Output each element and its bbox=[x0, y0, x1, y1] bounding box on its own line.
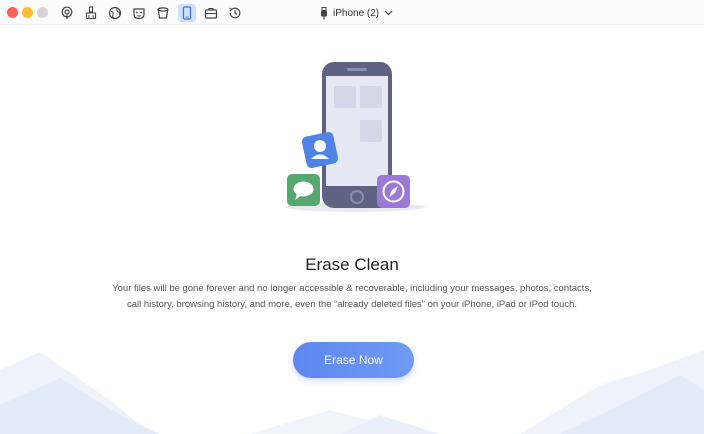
app-window: iPhone (2) Erase Clean Your files will b… bbox=[0, 0, 704, 434]
cleanup-tool-icon[interactable] bbox=[82, 4, 100, 22]
phone-tool-icon[interactable] bbox=[178, 4, 196, 22]
usb-icon bbox=[321, 6, 327, 19]
briefcase-tool-icon[interactable] bbox=[202, 4, 220, 22]
page-description: Your files will be gone forever and no l… bbox=[112, 283, 592, 310]
phone-erase-illustration bbox=[285, 62, 425, 212]
close-window-button[interactable] bbox=[7, 7, 18, 18]
toolbar: iPhone (2) bbox=[0, 0, 704, 25]
mask-tool-icon[interactable] bbox=[130, 4, 148, 22]
background-mountains bbox=[0, 350, 704, 434]
chevron-down-icon bbox=[384, 10, 393, 16]
globe-tool-icon[interactable] bbox=[106, 4, 124, 22]
bucket-tool-icon[interactable] bbox=[154, 4, 172, 22]
messages-app-icon bbox=[287, 174, 320, 206]
contacts-app-icon bbox=[301, 131, 339, 169]
safari-app-icon bbox=[377, 175, 410, 208]
minimize-window-button[interactable] bbox=[22, 7, 33, 18]
device-name: iPhone (2) bbox=[333, 7, 380, 19]
device-selector[interactable]: iPhone (2) bbox=[320, 4, 393, 22]
zoom-window-button[interactable] bbox=[37, 7, 48, 18]
podcast-tool-icon[interactable] bbox=[58, 4, 76, 22]
page-title: Erase Clean bbox=[305, 255, 399, 274]
history-tool-icon[interactable] bbox=[226, 4, 244, 22]
